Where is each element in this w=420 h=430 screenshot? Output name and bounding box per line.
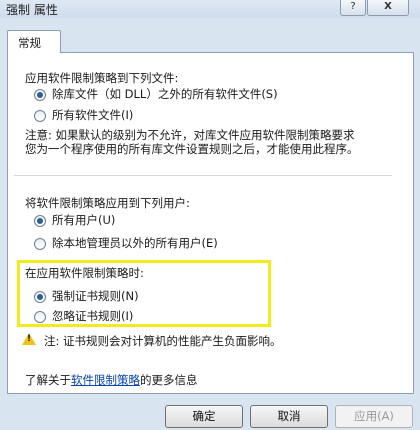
- tab-general[interactable]: 常规: [7, 30, 61, 53]
- note-line2: 您为一个程序使用的所有库文件设置规则之后，才能使用此程序。: [25, 142, 359, 156]
- users-section-heading: 将软件限制策略应用到下列用户:: [25, 196, 190, 210]
- apply-button[interactable]: 应用(A): [335, 405, 413, 428]
- software-restriction-link[interactable]: 软件限制策略: [71, 373, 140, 387]
- tab-general-label: 常规: [18, 36, 41, 50]
- info-suffix: 的更多信息: [140, 373, 198, 387]
- users-option2-radio[interactable]: [34, 238, 46, 250]
- divider: [14, 175, 392, 176]
- info-line: 了解关于软件限制策略的更多信息: [25, 372, 198, 388]
- cert-section-heading: 在应用软件限制策略时:: [25, 266, 144, 280]
- cert-option1-label[interactable]: 强制证书规则(N): [52, 288, 139, 304]
- close-button[interactable]: X: [367, 0, 409, 16]
- window-title: 强制 属性: [6, 3, 58, 17]
- files-option1-radio[interactable]: [34, 89, 46, 101]
- ok-button[interactable]: 确定: [165, 405, 243, 428]
- cancel-button[interactable]: 取消: [250, 405, 328, 428]
- help-button[interactable]: ?: [340, 0, 366, 16]
- files-option2-radio[interactable]: [34, 110, 46, 122]
- users-option1-radio[interactable]: [34, 215, 46, 227]
- warning-icon: !: [22, 333, 36, 345]
- cert-option2-radio[interactable]: [34, 311, 46, 323]
- cert-option2-label[interactable]: 忽略证书规则(I): [52, 308, 133, 324]
- info-prefix: 了解关于: [25, 373, 71, 387]
- warning-text: 注: 证书规则会对计算机的性能产生负面影响。: [44, 334, 282, 348]
- files-section-heading: 应用软件限制策略到下列文件:: [25, 71, 179, 85]
- cert-option1-radio[interactable]: [34, 291, 46, 303]
- users-option1-label[interactable]: 所有用户(U): [52, 212, 115, 228]
- title-bar: 强制 属性 ? X: [0, 0, 420, 18]
- files-option1-label[interactable]: 除库文件（如 DLL）之外的所有软件文件(S): [52, 86, 278, 102]
- users-option2-label[interactable]: 除本地管理员以外的所有用户(E): [52, 235, 218, 251]
- files-option2-label[interactable]: 所有软件文件(I): [52, 107, 133, 123]
